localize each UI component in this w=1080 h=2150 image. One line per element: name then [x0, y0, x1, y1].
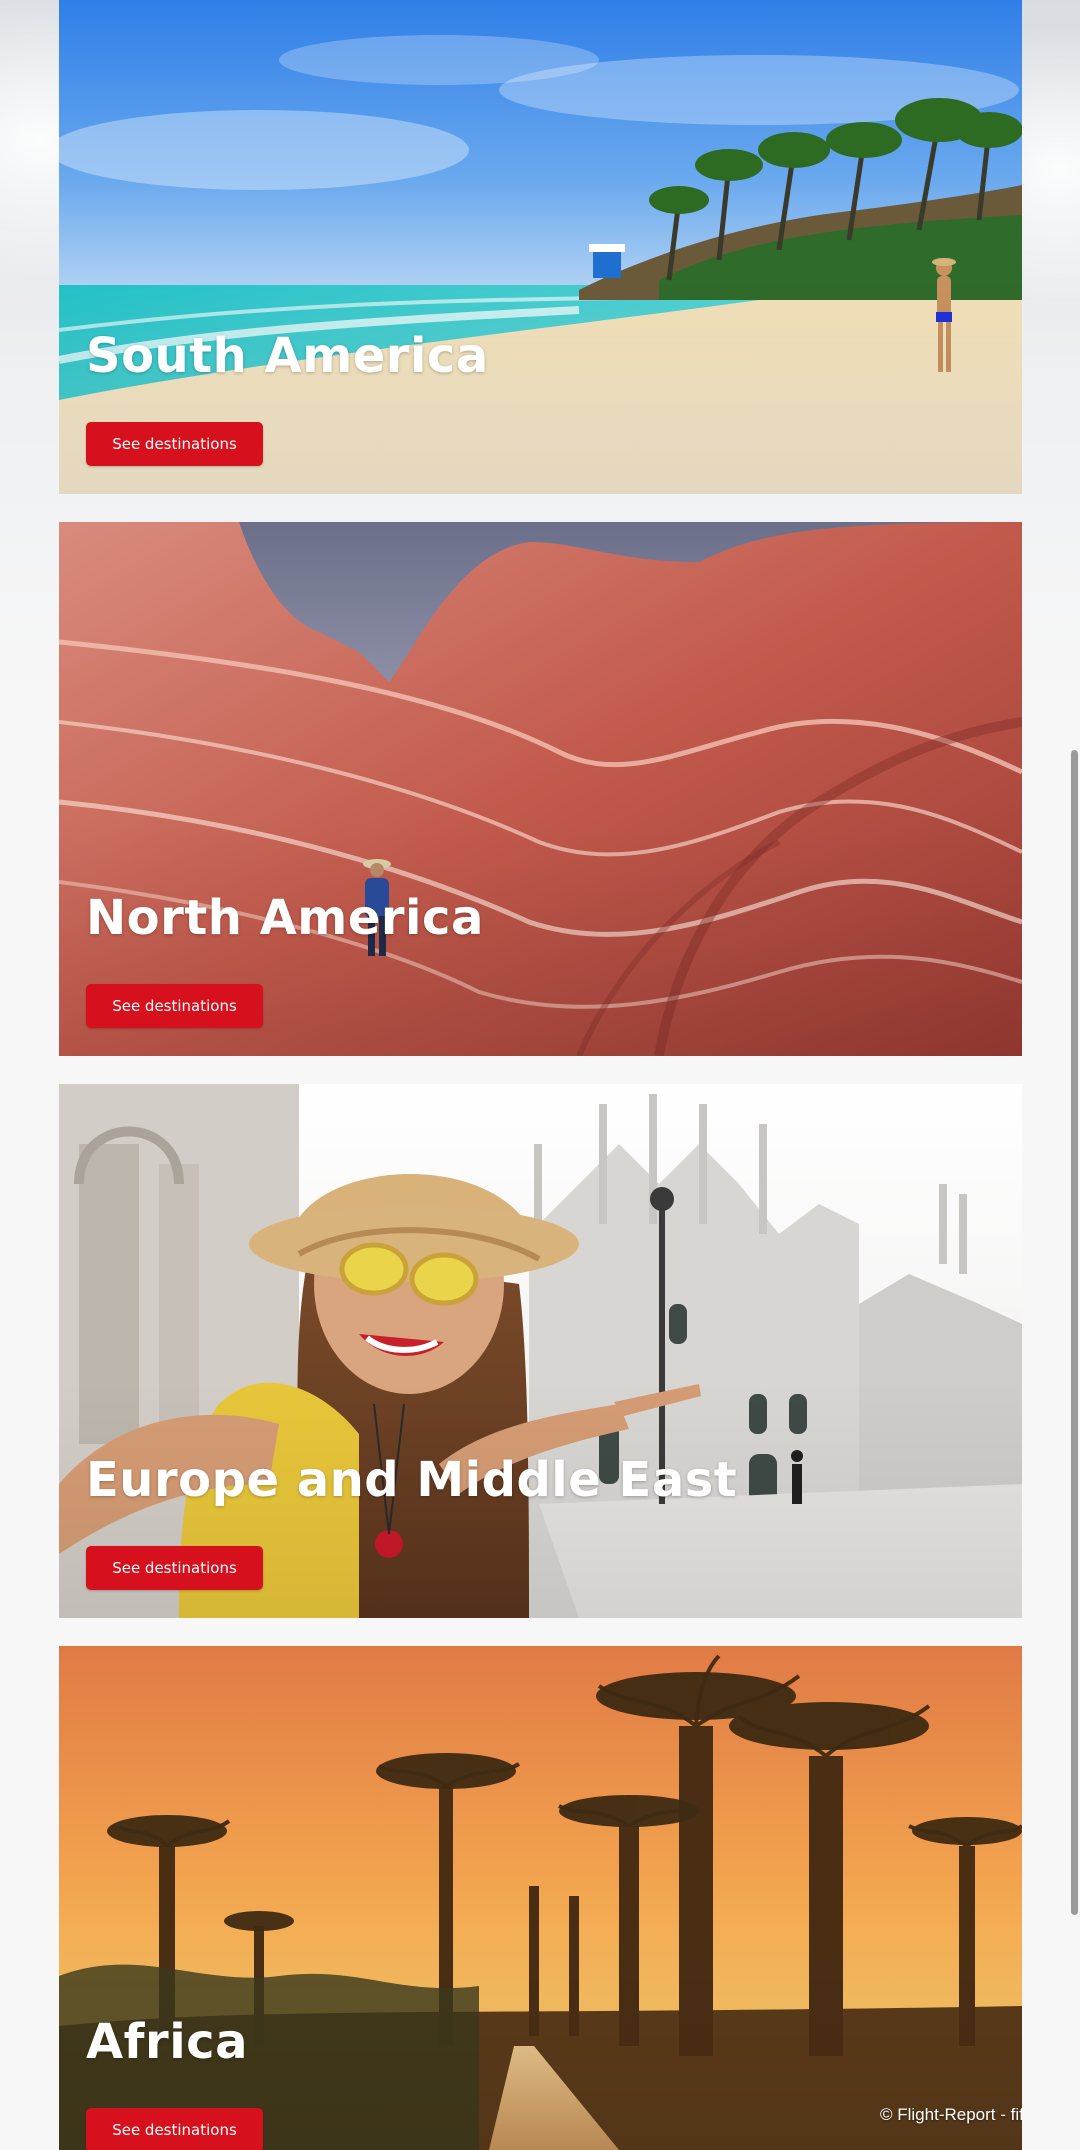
- see-destinations-button[interactable]: See destinations: [86, 984, 263, 1028]
- see-destinations-button[interactable]: See destinations: [86, 422, 263, 466]
- region-title: Africa: [86, 2014, 248, 2070]
- copyright-text: © Flight-Report - fift: [880, 2105, 1022, 2124]
- region-card-africa[interactable]: Africa See destinations: [59, 1646, 1022, 2150]
- region-card-europe-middle-east[interactable]: Europe and Middle East See destinations: [59, 1084, 1022, 1618]
- region-title: South America: [86, 328, 489, 384]
- see-destinations-button[interactable]: See destinations: [86, 2108, 263, 2150]
- scrollbar[interactable]: [1068, 0, 1080, 2150]
- region-card-south-america[interactable]: South America See destinations: [59, 0, 1022, 494]
- region-title: North America: [86, 890, 484, 946]
- see-destinations-button[interactable]: See destinations: [86, 1546, 263, 1590]
- region-card-north-america[interactable]: North America See destinations: [59, 522, 1022, 1056]
- scrollbar-thumb[interactable]: [1071, 750, 1078, 1915]
- region-title: Europe and Middle East: [86, 1452, 738, 1508]
